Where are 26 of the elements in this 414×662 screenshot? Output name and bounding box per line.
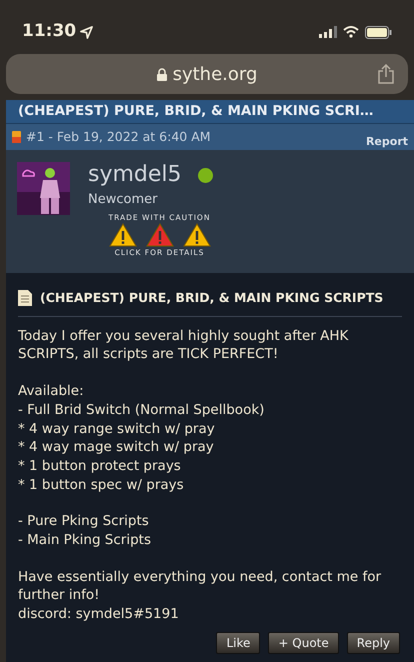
domain-text: sythe.org: [172, 62, 258, 86]
post-action-button[interactable]: Like: [216, 632, 260, 654]
share-icon[interactable]: [378, 64, 394, 84]
report-link[interactable]: Report: [366, 134, 408, 150]
clock: 11:30: [22, 20, 76, 44]
warning-icon[interactable]: [182, 222, 210, 247]
post-title: (CHEAPEST) PURE, BRID, & MAIN PKING SCRIPTS: [40, 289, 384, 307]
lock-icon: [156, 68, 167, 80]
location-arrow-icon: [80, 26, 94, 38]
address-bar[interactable]: sythe.org: [6, 54, 408, 94]
post-paragraph: - Pure Pking Scripts - Main Pking Scripts: [18, 512, 152, 550]
post-paragraph: Have essentially everything you need, contact me for further info! discord: symdel5#5191: [18, 568, 382, 624]
username[interactable]: symdel5: [88, 162, 182, 188]
post-meta: #1 - Feb 19, 2022 at 6:40 AM: [26, 128, 211, 146]
post-paragraph: Available: - Full Brid Switch (Normal Spellbook) * 4 way range switch w/ pray * 4 way mage switch w/ pray * 1 button protect prays * 1 button spec w/ prays: [18, 382, 266, 494]
post-paragraph: Today I offer you several highly sought after AHK SCRIPTS, all scripts are TICK PERFECT!: [18, 326, 350, 364]
post-action-button[interactable]: + Quote: [268, 632, 339, 654]
thread-title: (CHEAPEST) PURE, BRID, & MAIN PKING SCRI…: [18, 102, 374, 122]
user-rank: Newcomer: [88, 191, 158, 209]
post-icon: [12, 131, 21, 143]
post-action-button[interactable]: Reply: [346, 632, 400, 654]
document-icon: [18, 290, 32, 306]
signal-icon: [319, 26, 337, 38]
battery-icon: [365, 26, 392, 38]
wifi-icon: [343, 26, 359, 38]
warning-icon[interactable]: [108, 222, 136, 247]
